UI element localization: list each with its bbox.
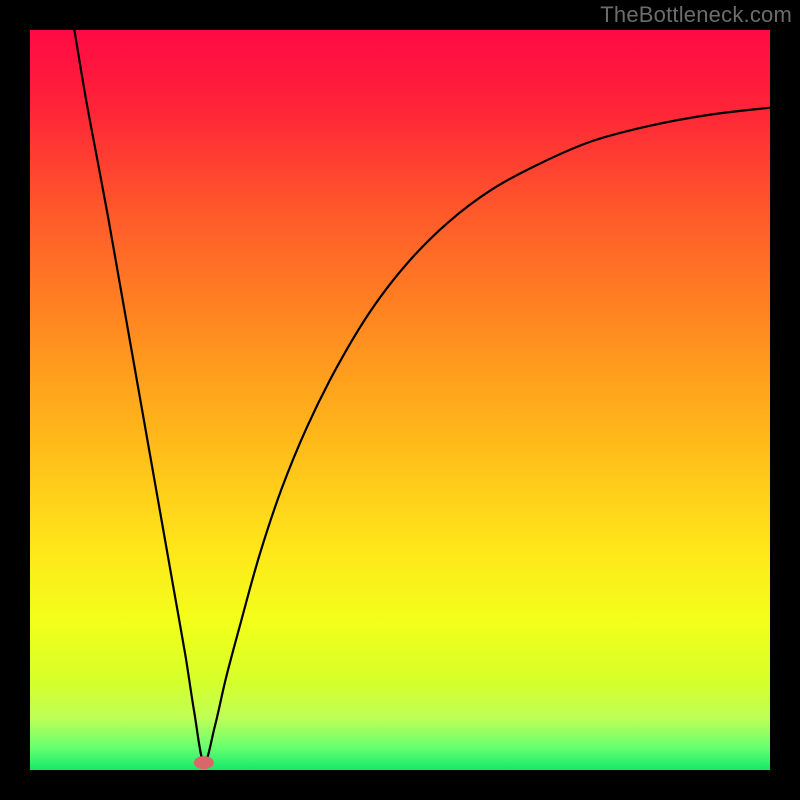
curve-minimum-marker (194, 756, 214, 769)
plot-area (30, 30, 770, 770)
chart-frame: TheBottleneck.com (0, 0, 800, 800)
bottleneck-chart (30, 30, 770, 770)
credit-text: TheBottleneck.com (600, 2, 792, 28)
